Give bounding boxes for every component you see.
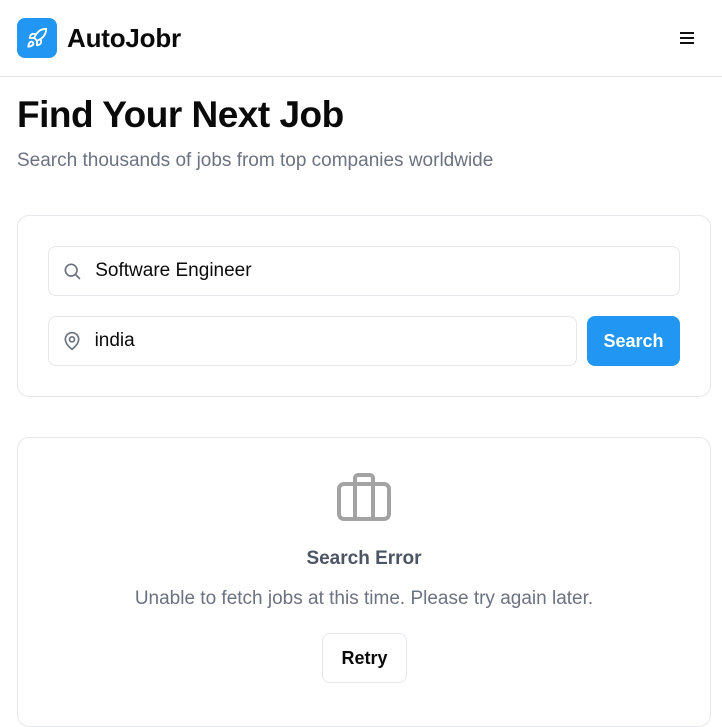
keyword-field[interactable]	[48, 246, 680, 296]
error-title: Search Error	[306, 548, 422, 569]
top-header: AutoJobr	[0, 0, 722, 77]
location-field[interactable]	[48, 316, 577, 366]
error-message: Unable to fetch jobs at this time. Pleas…	[134, 588, 594, 609]
map-pin-icon	[49, 331, 95, 351]
retry-button[interactable]: Retry	[322, 633, 407, 683]
hamburger-menu-icon[interactable]	[669, 20, 705, 56]
keyword-input[interactable]	[95, 260, 679, 282]
brand-name: AutoJobr	[67, 22, 181, 53]
page-title: Find Your Next Job	[17, 94, 344, 135]
rocket-icon	[17, 18, 57, 58]
location-input[interactable]	[94, 330, 576, 352]
search-icon	[49, 261, 95, 281]
brand[interactable]: AutoJobr	[17, 18, 181, 58]
search-button[interactable]: Search	[587, 316, 680, 366]
error-card: Search Error Unable to fetch jobs at thi…	[17, 437, 711, 727]
briefcase-icon	[336, 470, 392, 524]
search-card: Search	[17, 215, 711, 397]
page-subtitle: Search thousands of jobs from top compan…	[17, 150, 494, 171]
